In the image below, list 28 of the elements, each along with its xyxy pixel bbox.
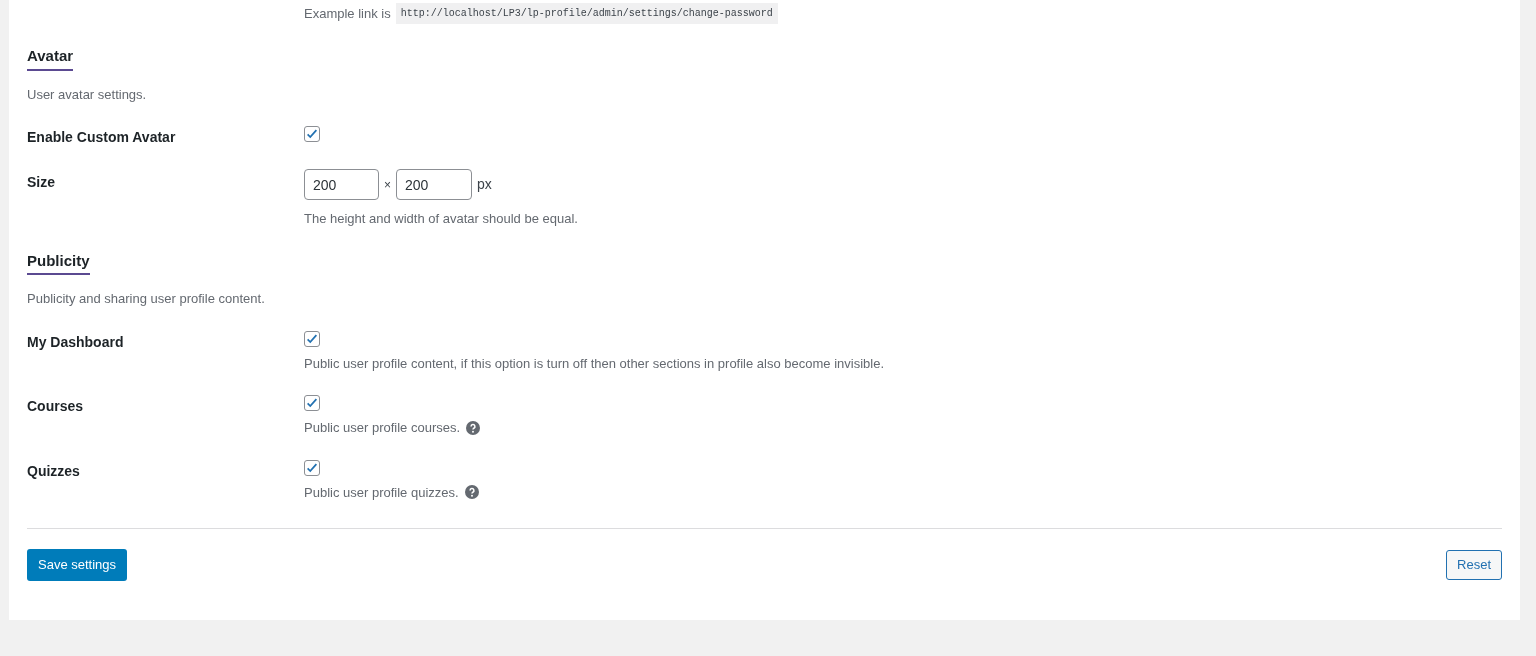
checkmark-icon: [305, 396, 319, 410]
section-heading: Avatar: [27, 45, 74, 71]
field-description: Public user profile quizzes.: [304, 483, 459, 502]
checkmark-icon: [305, 127, 319, 141]
help-icon[interactable]: [464, 485, 479, 500]
field-description: The height and width of avatar should be equal.: [304, 210, 578, 228]
field-label: Courses: [27, 398, 84, 414]
note-text: Example link is: [304, 4, 391, 23]
height-field[interactable]: 200: [396, 169, 472, 200]
save-settings-button[interactable]: Save settings: [27, 549, 128, 581]
unit-label: px: [477, 175, 492, 194]
section-description: Publicity and sharing user profile content.: [27, 290, 266, 308]
checkbox[interactable]: [304, 395, 320, 411]
checkbox[interactable]: [304, 330, 320, 347]
checkbox[interactable]: [304, 459, 320, 476]
field-description: Public user profile courses.: [304, 419, 461, 437]
reset-button[interactable]: Reset: [1446, 550, 1502, 580]
field-label: Quizzes: [27, 462, 80, 479]
field-description: Public user profile content, if this option is turn off then other sections in profile also become invisible.: [304, 354, 885, 373]
times-sign: ×: [384, 176, 391, 194]
help-icon[interactable]: [466, 420, 481, 435]
field-label: My Dashboard: [27, 333, 124, 350]
section-heading: Publicity: [27, 249, 90, 275]
field-label: Enable Custom Avatar: [27, 129, 176, 145]
width-field[interactable]: 200: [304, 169, 379, 200]
field-label: Size: [27, 174, 55, 190]
section-description: User avatar settings.: [27, 85, 148, 104]
checkbox[interactable]: [304, 126, 320, 142]
